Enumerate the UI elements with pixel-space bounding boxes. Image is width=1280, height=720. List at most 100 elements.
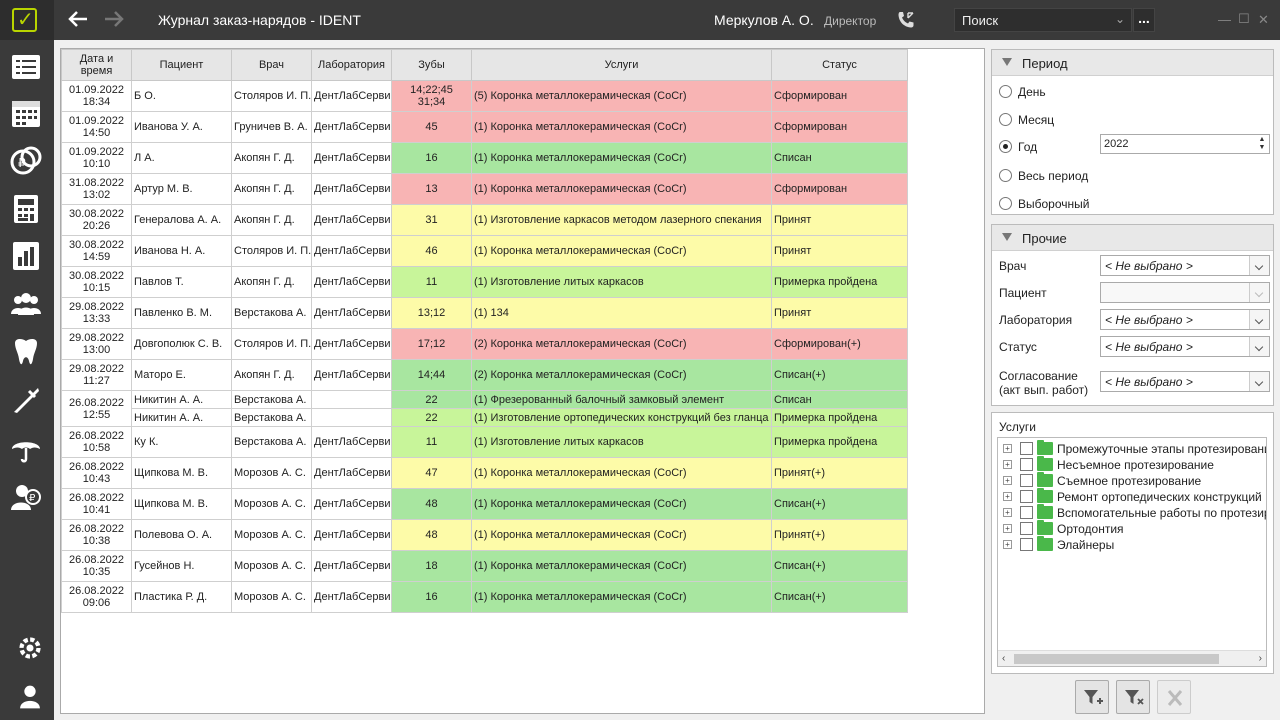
insurance-icon[interactable] [9,432,43,466]
instruments-icon[interactable] [9,383,43,417]
agreement-select[interactable]: < Не выбрано > [1100,371,1270,392]
chevron-down-icon[interactable] [1249,256,1269,275]
collapse-triangle-icon[interactable] [1002,233,1012,241]
column-header-teeth[interactable]: Зубы [391,49,472,81]
cell-time: 10:15 [82,282,111,294]
table-row[interactable]: 01.09.2022 18:34 Б О. Столяров И. П. ДентЛаб… [61,80,908,112]
table-row[interactable]: 26.08.2022 10:41 Щипкова М. В. Морозов А. С… [61,488,908,520]
tooth-icon[interactable] [9,335,43,369]
tree-checkbox[interactable] [1020,522,1033,535]
scroll-left-icon[interactable]: ‹ [1002,653,1005,664]
table-row[interactable]: 29.08.2022 11:27 Маторо Е. Акопян Г. Д. Дент… [61,359,908,391]
radio-month[interactable] [999,113,1012,126]
horizontal-scrollbar[interactable]: ‹ › [998,650,1266,666]
apply-filter-button[interactable] [1075,680,1109,714]
minimize-icon[interactable]: — [1218,12,1231,27]
expand-plus-icon[interactable]: + [1003,460,1012,469]
table-row[interactable]: 26.08.2022 12:55 Никитин А. А. Верстакова А… [61,390,908,427]
cell-lab: ДентЛабСервис [311,235,392,267]
tree-item[interactable]: + Элайнеры [998,536,1266,553]
patient-select[interactable] [1100,282,1270,303]
expand-plus-icon[interactable]: + [1003,508,1012,517]
cashier-icon[interactable]: ₽ [9,480,43,514]
column-header-services[interactable]: Услуги [471,49,772,81]
clear-filter-button[interactable] [1116,680,1150,714]
status-select[interactable]: < Не выбрано > [1100,336,1270,357]
table-row[interactable]: 26.08.2022 10:43 Щипкова М. В. Морозов А. С… [61,457,908,489]
chevron-down-icon[interactable] [1249,337,1269,356]
current-user-name[interactable]: Меркулов А. О. [714,12,814,28]
journal-icon[interactable] [9,50,43,84]
collapse-triangle-icon[interactable] [1002,58,1012,66]
payments-icon[interactable]: ₽ [9,144,43,178]
scroll-right-icon[interactable]: › [1259,653,1262,664]
radio-day[interactable] [999,85,1012,98]
expand-plus-icon[interactable]: + [1003,492,1012,501]
reset-button[interactable] [1157,680,1191,714]
user-icon[interactable] [13,680,40,709]
tree-checkbox[interactable] [1020,442,1033,455]
tree-checkbox[interactable] [1020,538,1033,551]
table-row[interactable]: 26.08.2022 10:35 Гусейнов Н. Морозов А. С. Д… [61,550,908,582]
period-panel-header[interactable]: Период [992,50,1273,76]
chevron-down-icon[interactable] [1249,310,1269,329]
column-header-patient[interactable]: Пациент [131,49,232,81]
radio-year[interactable] [999,140,1012,153]
column-header-doctor[interactable]: Врач [231,49,312,81]
expand-plus-icon[interactable]: + [1003,476,1012,485]
tree-item[interactable]: + Съемное протезирование [998,472,1266,489]
table-row[interactable]: Никитин А. А. Верстакова А. 22 (1) Изготовл… [62,408,908,427]
tree-checkbox[interactable] [1020,458,1033,471]
close-icon[interactable]: ✕ [1258,12,1269,28]
table-row[interactable]: 29.08.2022 13:00 Довгополюк С. В. Столяров … [61,328,908,360]
app-logo[interactable]: ✓ [0,0,54,40]
calculator-icon[interactable] [9,192,43,226]
radio-all[interactable] [999,169,1012,182]
tree-checkbox[interactable] [1020,474,1033,487]
services-tree[interactable]: + Промежуточные этапы протезирования + Несъ… [997,437,1267,667]
tree-item[interactable]: + Вспомогательные работы по протезировани… [998,504,1266,521]
tree-item[interactable]: + Ремонт ортопедических конструкций [998,488,1266,505]
tree-item[interactable]: + Ортодонтия [998,520,1266,537]
other-panel-header[interactable]: Прочие [992,225,1273,251]
tree-item[interactable]: + Несъемное протезирование [998,456,1266,473]
table-row[interactable]: 01.09.2022 10:10 Л А. Акопян Г. Д. ДентЛабСе… [61,142,908,174]
column-header-date[interactable]: Дата и время [61,49,132,81]
chevron-down-icon[interactable] [1249,283,1269,302]
column-header-status[interactable]: Статус [771,49,908,81]
lab-select[interactable]: < Не выбрано > [1100,309,1270,330]
table-row[interactable]: 01.09.2022 14:50 Иванова У. А. Груничев В. … [61,111,908,143]
table-row[interactable]: 30.08.2022 14:59 Иванова Н. А. Столяров И. … [61,235,908,267]
maximize-icon[interactable]: ☐ [1238,11,1250,27]
search-input[interactable]: Поиск ⌄ [954,8,1132,32]
scrollbar-thumb[interactable] [1014,654,1219,664]
chevron-down-icon[interactable]: ⌄ [1115,12,1125,26]
expand-plus-icon[interactable]: + [1003,540,1012,549]
expand-plus-icon[interactable]: + [1003,524,1012,533]
doctor-select[interactable]: < Не выбрано > [1100,255,1270,276]
table-row[interactable]: 26.08.2022 10:38 Полевова О. А. Морозов А. … [61,519,908,551]
table-row[interactable]: 31.08.2022 13:02 Артур М. В. Акопян Г. Д. Де… [61,173,908,205]
reports-icon[interactable] [9,239,43,273]
radio-custom[interactable] [999,197,1012,210]
patients-icon[interactable] [9,288,43,322]
expand-plus-icon[interactable]: + [1003,444,1012,453]
tree-checkbox[interactable] [1020,506,1033,519]
spin-arrows-icon[interactable]: ▲ ▼ [1256,136,1268,152]
forward-arrow-icon[interactable] [103,8,125,35]
back-arrow-icon[interactable] [67,8,89,35]
table-row[interactable]: 29.08.2022 13:33 Павленко В. М. Верстакова … [61,297,908,329]
table-row[interactable]: 26.08.2022 09:06 Пластика Р. Д. Морозов А. … [61,581,908,613]
column-header-lab[interactable]: Лаборатория [311,49,392,81]
settings-icon[interactable] [13,631,41,659]
tree-checkbox[interactable] [1020,490,1033,503]
table-row[interactable]: 30.08.2022 10:15 Павлов Т. Акопян Г. Д. Дент… [61,266,908,298]
year-spinbox[interactable]: 2022 ▲ ▼ [1100,134,1270,154]
calendar-icon[interactable] [9,96,43,130]
table-row[interactable]: 26.08.2022 10:58 Ку К. Верстакова А. ДентЛаб… [61,426,908,458]
tree-item[interactable]: + Промежуточные этапы протезирования [998,440,1266,457]
phone-icon[interactable] [896,10,916,30]
chevron-down-icon[interactable] [1249,372,1269,391]
table-row[interactable]: 30.08.2022 20:26 Генералова А. А. Акопян Г.… [61,204,908,236]
search-more-button[interactable]: ... [1133,8,1155,32]
